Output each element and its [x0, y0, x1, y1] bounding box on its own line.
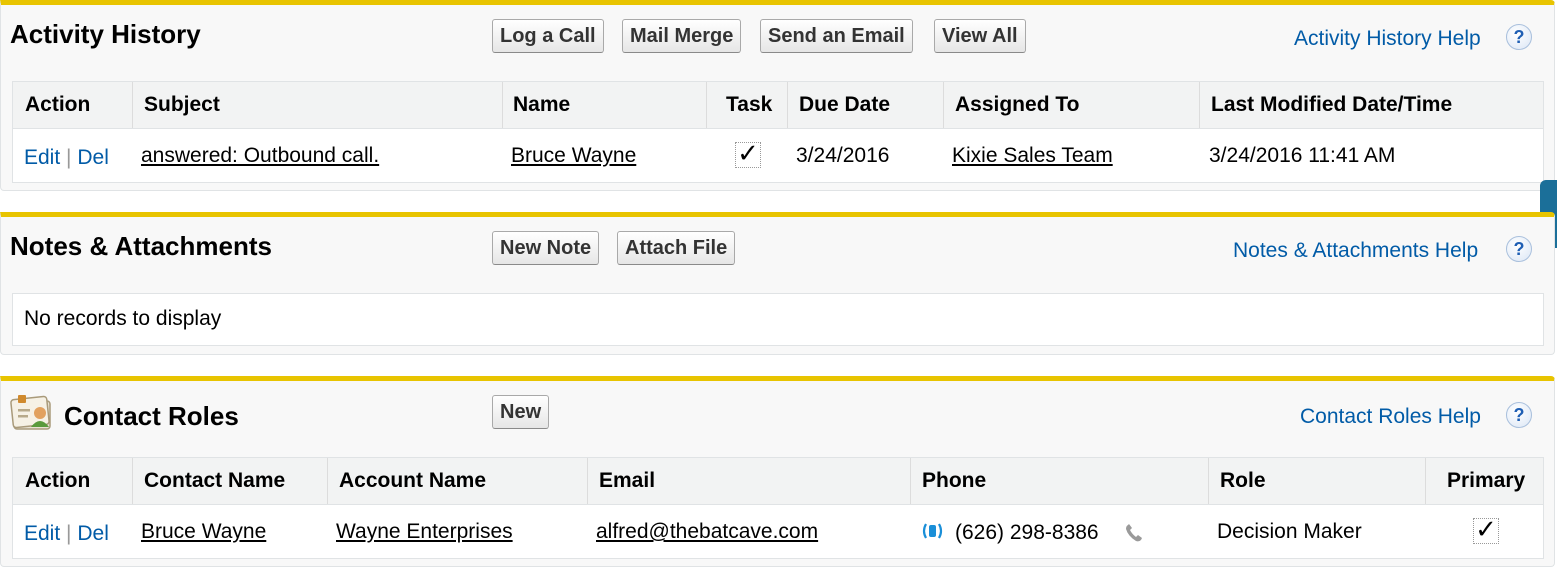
phone-value: (626) 298-8386: [955, 521, 1099, 544]
subject-link[interactable]: answered: Outbound call.: [141, 144, 379, 168]
column-divider: [327, 458, 328, 504]
primary-checkmark-icon: ✓: [1473, 516, 1499, 544]
help-icon[interactable]: ?: [1506, 24, 1532, 50]
task-checkmark-icon: ✓: [735, 140, 761, 168]
table-header: Action Subject Name Task Due Date Assign…: [13, 82, 1543, 129]
new-note-button[interactable]: New Note: [492, 231, 600, 265]
attach-file-button[interactable]: Attach File: [617, 231, 736, 265]
role-value: Decision Maker: [1217, 520, 1362, 543]
contact-name-link[interactable]: Bruce Wayne: [141, 520, 266, 544]
column-divider: [787, 82, 788, 128]
action-separator: |: [66, 146, 72, 169]
column-header-subject[interactable]: Subject: [144, 82, 220, 128]
column-header-role[interactable]: Role: [1220, 458, 1266, 504]
activity-history-help-link[interactable]: Activity History Help: [1294, 27, 1481, 51]
contact-roles-title: Contact Roles: [64, 401, 239, 431]
column-divider: [132, 82, 133, 128]
column-divider: [502, 82, 503, 128]
send-an-email-button[interactable]: Send an Email: [760, 19, 913, 53]
column-header-action[interactable]: Action: [25, 458, 90, 504]
column-divider: [943, 82, 944, 128]
click-to-call-icon[interactable]: [920, 518, 946, 544]
column-header-contact-name[interactable]: Contact Name: [144, 458, 285, 504]
column-divider: [1425, 458, 1426, 504]
column-divider: [706, 82, 707, 128]
column-header-assigned-to[interactable]: Assigned To: [955, 82, 1079, 128]
contact-roles-help-link[interactable]: Contact Roles Help: [1300, 405, 1481, 429]
column-divider: [910, 458, 911, 504]
row-actions: Edit | Del: [24, 146, 109, 170]
due-date-value: 3/24/2016: [796, 144, 890, 167]
column-header-task[interactable]: Task: [726, 82, 772, 128]
account-name-link[interactable]: Wayne Enterprises: [336, 520, 513, 544]
activity-history-title: Activity History: [10, 19, 201, 49]
column-header-primary[interactable]: Primary: [1447, 458, 1525, 504]
column-divider: [587, 458, 588, 504]
notes-attachments-help-link[interactable]: Notes & Attachments Help: [1233, 239, 1478, 263]
assigned-to-link[interactable]: Kixie Sales Team: [952, 144, 1113, 168]
activity-history-section: Activity History Log a Call Mail Merge S…: [0, 0, 1555, 191]
column-header-name[interactable]: Name: [513, 82, 570, 128]
help-icon[interactable]: ?: [1506, 236, 1532, 262]
contact-roles-section: Contact Roles New Contact Roles Help ? A…: [0, 376, 1555, 567]
column-divider: [132, 458, 133, 504]
phone-handset-icon[interactable]: [1123, 522, 1147, 544]
activity-history-table: Action Subject Name Task Due Date Assign…: [12, 81, 1544, 183]
column-header-due-date[interactable]: Due Date: [799, 82, 890, 128]
column-divider: [1208, 458, 1209, 504]
delete-link[interactable]: Del: [77, 522, 109, 545]
view-all-button[interactable]: View All: [934, 19, 1026, 53]
contact-roles-table: Action Contact Name Account Name Email P…: [12, 457, 1544, 559]
name-link[interactable]: Bruce Wayne: [511, 144, 636, 168]
notes-attachments-table: No records to display: [12, 293, 1544, 346]
contact-card-icon: [10, 395, 51, 430]
edit-link[interactable]: Edit: [24, 522, 60, 545]
empty-message: No records to display: [24, 307, 222, 330]
mail-merge-button[interactable]: Mail Merge: [622, 19, 742, 53]
column-header-email[interactable]: Email: [599, 458, 655, 504]
email-link[interactable]: alfred@thebatcave.com: [596, 520, 818, 544]
help-icon[interactable]: ?: [1506, 402, 1532, 428]
column-header-last-modified[interactable]: Last Modified Date/Time: [1211, 82, 1452, 128]
row-actions: Edit | Del: [24, 522, 109, 546]
table-header: Action Contact Name Account Name Email P…: [13, 458, 1543, 505]
delete-link[interactable]: Del: [77, 146, 109, 169]
column-divider: [1199, 82, 1200, 128]
last-modified-value: 3/24/2016 11:41 AM: [1209, 144, 1396, 167]
column-header-action[interactable]: Action: [25, 82, 90, 128]
action-separator: |: [66, 522, 72, 545]
edit-link[interactable]: Edit: [24, 146, 60, 169]
log-a-call-button[interactable]: Log a Call: [492, 19, 604, 53]
notes-attachments-title: Notes & Attachments: [10, 231, 272, 261]
new-contact-role-button[interactable]: New: [492, 395, 550, 429]
column-header-account-name[interactable]: Account Name: [339, 458, 486, 504]
notes-attachments-section: Notes & Attachments New Note Attach File…: [0, 212, 1555, 355]
column-header-phone[interactable]: Phone: [922, 458, 986, 504]
